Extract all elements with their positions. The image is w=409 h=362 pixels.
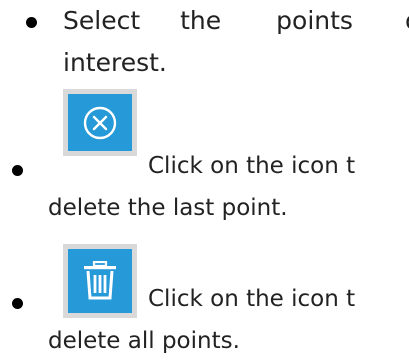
item-3-line-2: delete all points.	[48, 328, 240, 354]
word-select: Select	[63, 6, 141, 35]
item-2-line-1: Click on the icon t	[148, 153, 356, 179]
word-points: points	[276, 6, 353, 35]
bullet-3	[12, 298, 23, 309]
cancel-icon-button[interactable]	[63, 89, 137, 156]
bullet-2	[12, 165, 23, 176]
word-of-truncated: o	[405, 6, 409, 36]
word-the: the	[180, 6, 222, 35]
item-1-line-2: interest.	[63, 48, 167, 77]
item-3-line-1: Click on the icon t	[148, 286, 356, 312]
item-2-line-2: delete the last point.	[48, 195, 288, 221]
item-1-line-1: Select the points o	[63, 6, 409, 36]
cancel-circle-icon	[83, 106, 117, 140]
trash-icon-button[interactable]	[63, 244, 137, 318]
bullet-1	[26, 17, 37, 28]
cancel-icon-tile	[68, 94, 132, 151]
trash-icon	[82, 261, 118, 301]
trash-icon-tile	[68, 249, 132, 313]
